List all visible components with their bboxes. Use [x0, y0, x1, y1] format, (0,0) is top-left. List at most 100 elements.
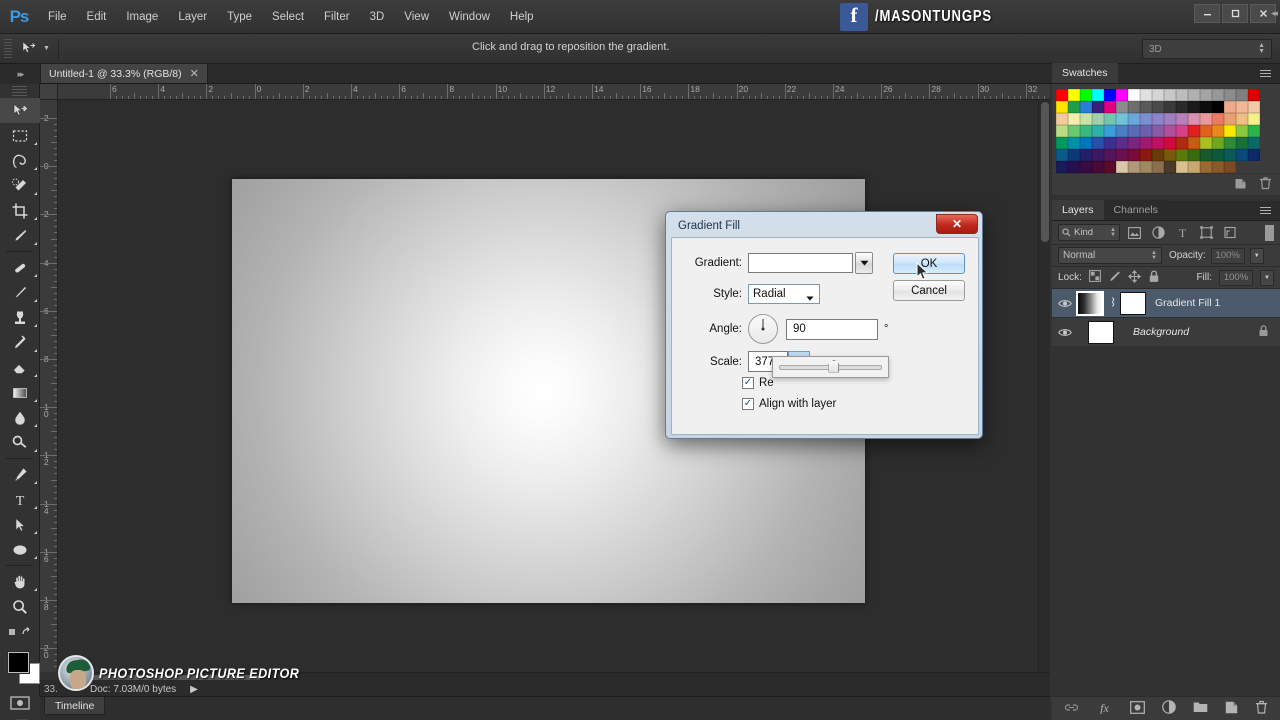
layer-filter-kind-select[interactable]: Kind ▲ ▼ — [1058, 224, 1120, 241]
ok-button[interactable]: OK — [893, 253, 965, 274]
angle-dial[interactable] — [748, 314, 778, 344]
swatch-cell[interactable] — [1224, 161, 1236, 173]
layer-visibility-eye-icon[interactable] — [1057, 298, 1073, 309]
gradient-fill-dialog[interactable]: Gradient Fill ✕ Gradient: Style: Radial — [665, 211, 983, 439]
swatch-cell[interactable] — [1056, 113, 1068, 125]
swatch-cell[interactable] — [1140, 149, 1152, 161]
vertical-scrollbar-thumb[interactable] — [1041, 102, 1049, 242]
layer-name[interactable]: Background — [1133, 326, 1254, 338]
swatch-cell[interactable] — [1212, 113, 1224, 125]
tool-spot-healing-brush-tool[interactable] — [0, 255, 40, 280]
align-checkbox-row[interactable]: ✓ Align with layer — [742, 398, 836, 410]
swatch-cell[interactable] — [1224, 113, 1236, 125]
swatch-cell[interactable] — [1068, 113, 1080, 125]
lock-all-icon[interactable] — [1148, 270, 1160, 286]
swatches-panel-menu-icon[interactable] — [1260, 67, 1274, 79]
vertical-ruler[interactable]: 2024681 01 21 41 61 82 0 — [40, 100, 58, 672]
vertical-scrollbar[interactable] — [1038, 100, 1050, 672]
swatch-cell[interactable] — [1080, 89, 1092, 101]
angle-input[interactable]: 90 — [786, 318, 878, 340]
swatch-cell[interactable] — [1200, 137, 1212, 149]
type-filter-icon[interactable]: T — [1173, 224, 1192, 241]
swatch-cell[interactable] — [1140, 125, 1152, 137]
shape-filter-icon[interactable] — [1197, 224, 1216, 241]
swatch-cell[interactable] — [1116, 149, 1128, 161]
swatch-cell[interactable] — [1212, 137, 1224, 149]
tool-quick-selection-tool[interactable] — [0, 173, 40, 198]
swatch-cell[interactable] — [1104, 149, 1116, 161]
swatch-cell[interactable] — [1176, 125, 1188, 137]
tool-history-brush-tool[interactable] — [0, 330, 40, 355]
swatch-cell[interactable] — [1068, 149, 1080, 161]
minimize-button[interactable] — [1194, 4, 1220, 23]
swatch-cell[interactable] — [1248, 101, 1260, 113]
delete-layer-icon[interactable] — [1255, 700, 1268, 717]
swatch-cell[interactable] — [1212, 101, 1224, 113]
swatch-cell[interactable] — [1164, 137, 1176, 149]
swatch-cell[interactable] — [1188, 125, 1200, 137]
options-bar-grip[interactable] — [4, 38, 12, 59]
menu-image[interactable]: Image — [116, 0, 168, 34]
layer-mask-icon[interactable] — [1130, 700, 1145, 717]
tab-timeline[interactable]: Timeline — [44, 697, 106, 715]
menu-edit[interactable]: Edit — [77, 0, 117, 34]
swatch-cell[interactable] — [1188, 113, 1200, 125]
swatch-cell[interactable] — [1104, 137, 1116, 149]
menu-3d[interactable]: 3D — [360, 0, 395, 34]
table-row[interactable]: Background — [1052, 318, 1280, 347]
layer-thumbnail-background[interactable] — [1088, 320, 1114, 344]
close-icon[interactable]: ✕ — [190, 67, 199, 80]
opacity-value[interactable]: 100% — [1210, 247, 1245, 264]
tab-channels[interactable]: Channels — [1103, 200, 1168, 220]
style-select[interactable]: Radial — [748, 284, 820, 304]
swatch-cell[interactable] — [1248, 137, 1260, 149]
swatch-cell[interactable] — [1200, 113, 1212, 125]
menu-view[interactable]: View — [394, 0, 439, 34]
swatch-cell[interactable] — [1248, 89, 1260, 101]
swatch-cell[interactable] — [1152, 89, 1164, 101]
swatch-cell[interactable] — [1200, 149, 1212, 161]
swatch-cell[interactable] — [1140, 89, 1152, 101]
tool-clone-stamp-tool[interactable] — [0, 305, 40, 330]
swatch-cell[interactable] — [1164, 125, 1176, 137]
maximize-button[interactable] — [1222, 4, 1248, 23]
swatch-cell[interactable] — [1188, 149, 1200, 161]
tool-path-selection-tool[interactable] — [0, 512, 40, 537]
swatch-cell[interactable] — [1116, 161, 1128, 173]
swatch-cell[interactable] — [1056, 89, 1068, 101]
swatch-cell[interactable] — [1092, 149, 1104, 161]
tool-ellipse-tool[interactable] — [0, 537, 40, 562]
swatch-cell[interactable] — [1080, 113, 1092, 125]
close-icon[interactable]: ✕ — [936, 214, 978, 234]
cancel-button[interactable]: Cancel — [893, 280, 965, 301]
layer-mask-link-icon[interactable] — [1107, 296, 1116, 310]
swatch-cell[interactable] — [1116, 137, 1128, 149]
tool-blur-tool[interactable] — [0, 405, 40, 430]
swatch-cell[interactable] — [1176, 149, 1188, 161]
swatch-cell[interactable] — [1128, 137, 1140, 149]
pixel-filter-icon[interactable] — [1125, 224, 1144, 241]
new-layer-icon[interactable] — [1225, 701, 1238, 717]
swatch-cell[interactable] — [1188, 89, 1200, 101]
layer-name[interactable]: Gradient Fill 1 — [1155, 297, 1275, 309]
swatch-cell[interactable] — [1200, 125, 1212, 137]
swatch-cell[interactable] — [1248, 149, 1260, 161]
new-group-icon[interactable] — [1193, 701, 1208, 716]
move-tool-icon[interactable] — [15, 38, 41, 60]
swatch-cell[interactable] — [1080, 101, 1092, 113]
horizontal-ruler[interactable]: 6 4 2 0 2 4 6 8 10 12 14 16 18 20 22 24 26 28 30 32 — [58, 84, 1050, 100]
swatch-cell[interactable] — [1068, 161, 1080, 173]
opacity-chevron-down-icon[interactable]: ▼ — [1249, 247, 1264, 264]
swatch-cell[interactable] — [1092, 161, 1104, 173]
tools-panel-grip[interactable] — [12, 86, 27, 96]
tool-hand-tool[interactable] — [0, 569, 40, 594]
tool-rectangular-marquee-tool[interactable] — [0, 123, 40, 148]
dialog-title-bar[interactable]: Gradient Fill ✕ — [669, 214, 979, 237]
swatch-cell[interactable] — [1104, 89, 1116, 101]
swatch-cell[interactable] — [1092, 113, 1104, 125]
swatch-cell[interactable] — [1224, 89, 1236, 101]
tab-layers[interactable]: Layers — [1052, 200, 1104, 220]
gradient-preview-swatch[interactable] — [748, 253, 853, 273]
swatch-cell[interactable] — [1176, 101, 1188, 113]
swatch-cell[interactable] — [1092, 137, 1104, 149]
